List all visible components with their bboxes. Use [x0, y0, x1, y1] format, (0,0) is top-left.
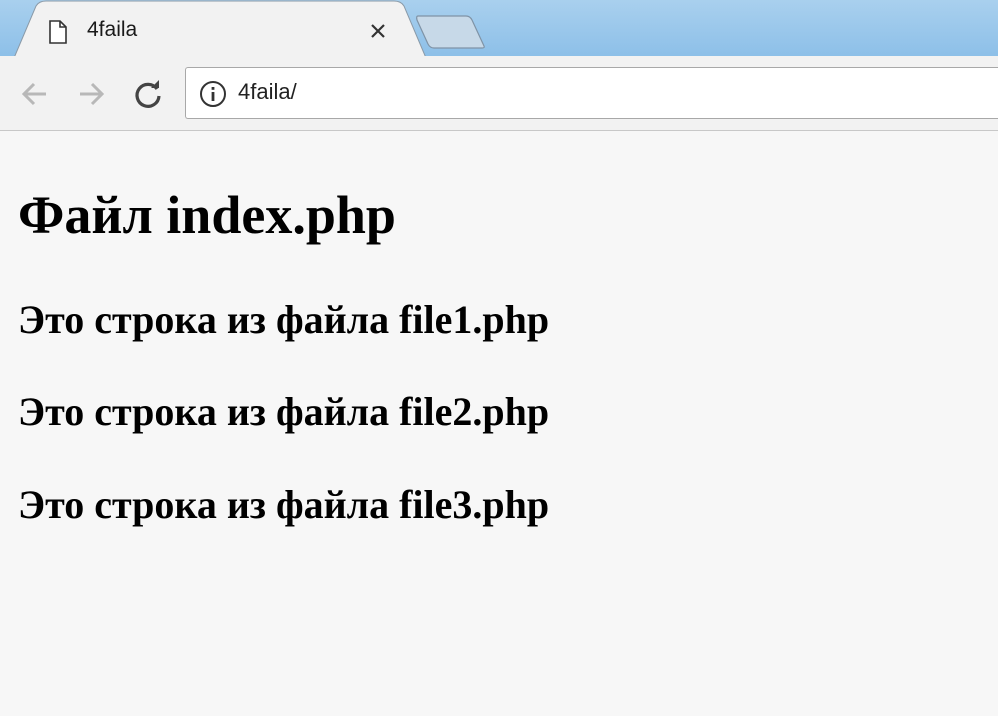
- arrow-left-icon: [21, 82, 46, 106]
- reload-icon: [135, 80, 161, 108]
- tab-strip: 4faila: [0, 0, 998, 58]
- page-heading: Файл index.php: [18, 185, 396, 245]
- forward-button[interactable]: [73, 76, 109, 112]
- active-tab-shape: [0, 0, 998, 58]
- arrow-right-icon: [80, 82, 105, 106]
- tab-close-button[interactable]: [364, 17, 392, 45]
- file2-line: Это строка из файла file2.php: [18, 389, 550, 434]
- tab-title: 4faila: [87, 18, 138, 41]
- info-icon[interactable]: [199, 80, 227, 108]
- browser-toolbar: 4faila/: [0, 58, 998, 131]
- close-icon: [371, 24, 385, 38]
- reload-button[interactable]: [130, 76, 166, 112]
- page-content: Файл index.php Это строка из файла file1…: [0, 131, 998, 716]
- file1-line: Это строка из файла file1.php: [18, 297, 550, 342]
- new-tab-button[interactable]: [414, 14, 488, 50]
- address-bar[interactable]: 4faila/: [185, 67, 998, 119]
- back-button[interactable]: [17, 76, 53, 112]
- file3-line: Это строка из файла file3.php: [18, 482, 550, 527]
- page-icon: [49, 20, 67, 44]
- url-text[interactable]: 4faila/: [238, 79, 297, 105]
